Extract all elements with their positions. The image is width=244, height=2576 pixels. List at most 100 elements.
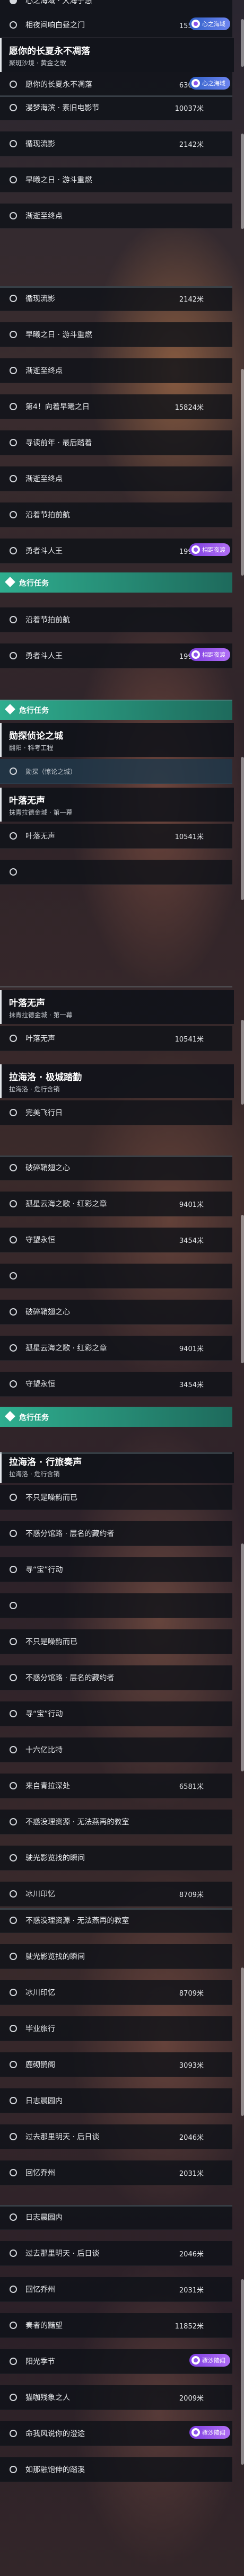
quest-row[interactable]: 寻读前年 · 最后踏着 [0, 430, 232, 455]
quest-row[interactable]: 破碎鞘翅之心 [0, 1155, 232, 1180]
quest-row[interactable]: 命我风说你的澄途 骤沙陵阔 [0, 2421, 232, 2446]
quest-row[interactable]: 十六亿比特 [0, 1737, 232, 1762]
quest-chapter-header[interactable]: 拉海洛 · 行旅奏声 拉海洛 · 危行含销 [0, 1452, 234, 1483]
quest-status-icon [10, 2213, 17, 2221]
quest-row[interactable]: 守望永恒 3454米 [0, 1372, 232, 1397]
quest-row[interactable]: 来自青拉深处 6581米 [0, 1774, 232, 1798]
region-badge: 心之海域 [189, 77, 230, 90]
quest-status-icon [10, 1989, 17, 1996]
quest-row[interactable]: 守望永恒 3454米 [0, 1228, 232, 1252]
region-badge-label: 相距夜渡 [202, 651, 225, 658]
quest-chapter-header[interactable]: 叶落无声 抹青拉德金城 · 第一幕 [0, 990, 234, 1024]
region-badge-icon [191, 2428, 200, 2437]
quest-title: 守望永恒 [25, 1380, 55, 1389]
quest-row[interactable]: 心之海域 · 大海于悠 [0, 0, 232, 13]
quest-row[interactable]: 驶光影览找的瞬间 [0, 1846, 232, 1871]
scrollbar-thumb[interactable] [241, 1215, 244, 1363]
scrollbar-thumb[interactable] [241, 19, 244, 67]
quest-status-icon [10, 2466, 17, 2473]
quest-row[interactable]: 破碎鞘翅之心 [0, 1300, 232, 1325]
quest-row[interactable]: 叶落无声 10541米 [0, 1026, 232, 1051]
quest-row[interactable]: 不惑没理资源 · 无法燕再的教室 [0, 1810, 232, 1834]
quest-row[interactable]: 不只是噪韵而已 [0, 1629, 232, 1654]
quest-distance: 11852米 [175, 2323, 204, 2331]
quest-row[interactable]: 不惑分馆路 · 层名的藏约者 [0, 1521, 232, 1546]
quest-row[interactable]: 回忆乔州 2031米 [0, 2277, 232, 2302]
quest-row[interactable]: 循现流影 2142米 [0, 131, 232, 156]
category-title: 危行任务 [19, 1414, 49, 1422]
quest-title: 早曦之日 · 游斗重燃 [25, 331, 92, 339]
quest-row[interactable]: 毕业旅行 [0, 2016, 232, 2041]
quest-row[interactable]: 沿着节拍前航 [0, 502, 232, 527]
quest-row[interactable]: 日志晨园内 [0, 2205, 232, 2230]
scrollbar-thumb[interactable] [241, 134, 244, 229]
quest-row[interactable]: 渐逝至终点 [0, 204, 232, 228]
quest-chapter-header[interactable]: 勋探侦论之城 翻阳 · 科考工程 [0, 723, 234, 757]
quest-row[interactable]: 冰川印忆 8709米 [0, 1882, 232, 1907]
scrollbar-thumb[interactable] [241, 1968, 244, 2116]
quest-row[interactable]: 过去那里明天 · 后日谈 2046米 [0, 2241, 232, 2266]
quest-row[interactable]: 驶光影览找的瞬间 [0, 1944, 232, 1969]
quest-row[interactable]: 回忆乔州 2031米 [0, 2160, 232, 2185]
quest-row[interactable]: 寻“宝”行动 [0, 1557, 232, 1582]
quest-title: 如那融饱伸的踏溪 [25, 2466, 85, 2474]
quest-row[interactable]: 勇者斗人王1991米相距夜渡 [0, 539, 232, 563]
quest-category-header[interactable]: 危行任务 [0, 572, 232, 593]
scrollbar-thumb[interactable] [241, 757, 244, 900]
quest-status-icon [10, 616, 17, 623]
quest-row[interactable]: 冰川印忆 8709米 [0, 1980, 232, 2005]
quest-row[interactable]: 不惑没理资源 · 无法燕再的教室 [0, 1908, 232, 1933]
quest-row[interactable]: 渐逝至终点 [0, 358, 232, 383]
quest-row[interactable]: 孤星云海之歌 · 红彩之章 9401米 [0, 1192, 232, 1216]
quest-chapter-header[interactable]: 拉海洛 · 极城踏勤 拉海洛 · 危行含销 [0, 1064, 234, 1098]
quest-row[interactable]: 早曦之日 · 游斗重燃 [0, 322, 232, 347]
quest-status-icon [10, 104, 17, 111]
quest-row[interactable]: 愿你的长夏永不凋落6301米心之海域 [0, 72, 232, 95]
quest-row[interactable]: 相夜间响白昼之门1556米心之海域 [0, 13, 232, 38]
quest-row[interactable]: 不惑分馆路 · 层名的藏约者 [0, 1665, 232, 1690]
quest-row[interactable]: 不只是噪韵而已 [0, 1485, 232, 1510]
quest-category-header[interactable]: 危行任务 [0, 700, 232, 720]
quest-row[interactable]: 沿着节拍前航 [0, 607, 232, 632]
quest-row[interactable]: 叶落无声 10541米 [0, 824, 232, 849]
quest-status-icon [10, 1272, 17, 1280]
quest-title: 不惑分馆路 · 层名的藏约者 [25, 1530, 115, 1538]
quest-row[interactable] [0, 1593, 232, 1618]
quest-chapter-header[interactable]: 叶落无声 抹青拉德金城 · 第一幕 [0, 788, 234, 822]
quest-row[interactable]: 鹿砌鹊阁 3093米 [0, 2052, 232, 2077]
quest-row[interactable]: 如那融饱伸的踏溪 [0, 2457, 232, 2482]
quest-row[interactable]: 勇者斗人王1991米相距夜渡 [0, 643, 232, 668]
quest-row[interactable]: 完美飞行日 [0, 1100, 232, 1125]
quest-title: 沿着节拍前航 [25, 616, 70, 624]
quest-row[interactable] [0, 1264, 232, 1289]
quest-list-panel: 心之海域 · 大海于悠相夜间响白昼之门1556米心之海域愿你的长夏永不凋落聚斑沙… [0, 0, 244, 2576]
quest-row[interactable]: 过去那里明天 · 后日谈 2046米 [0, 2124, 232, 2149]
scrollbar-thumb[interactable] [241, 1020, 244, 1105]
quest-row[interactable]: 漫梦海滨 · 素旧电影节 10037米 [0, 95, 232, 120]
quest-row[interactable]: 阳光季节 骤沙陵阔 [0, 2349, 232, 2374]
quest-row[interactable]: 猫咖残象之人 2009米 [0, 2385, 232, 2410]
quest-title: 渐逝至终点 [25, 367, 63, 375]
scrollbar-thumb[interactable] [241, 2279, 244, 2465]
quest-row[interactable]: 渐逝至终点 [0, 466, 232, 491]
quest-title: 完美飞行日 [25, 1109, 63, 1117]
quest-row[interactable]: 第4！向着早曦之日 15824米 [0, 394, 232, 419]
scrollbar-thumb[interactable] [241, 1543, 244, 1771]
quest-category-header[interactable]: 危行任务 [0, 1407, 232, 1427]
quest-row[interactable]: 日志晨园内 [0, 2088, 232, 2113]
quest-status-icon [10, 1638, 17, 1645]
category-diamond-icon [5, 1411, 15, 1422]
quest-row[interactable]: 勋探（惊论之城） [0, 759, 232, 784]
quest-row[interactable]: 孤星云海之歌 · 红彩之章 9401米 [0, 1336, 232, 1361]
screenshot-segment: 漫梦海滨 · 素旧电影节 10037米 循现流影 2142米 早曦之日 · 游斗重燃 渐逝… [0, 95, 244, 286]
quest-row[interactable] [0, 860, 232, 885]
quest-row[interactable]: 奏者的黯望 11852米 [0, 2313, 232, 2338]
quest-status-icon [10, 1344, 17, 1352]
quest-row[interactable]: 早曦之日 · 游斗重燃 [0, 167, 232, 192]
quest-row[interactable]: 寻“宝”行动 [0, 1701, 232, 1726]
quest-row[interactable]: 循现流影 2142米 [0, 286, 232, 311]
quest-distance: 9401米 [179, 1201, 204, 1209]
scrollbar-thumb[interactable] [241, 369, 244, 576]
quest-status-icon [10, 1854, 17, 1862]
quest-chapter-header[interactable]: 愿你的长夏永不凋落 聚斑沙境 · 黄金之歌 [0, 38, 234, 72]
